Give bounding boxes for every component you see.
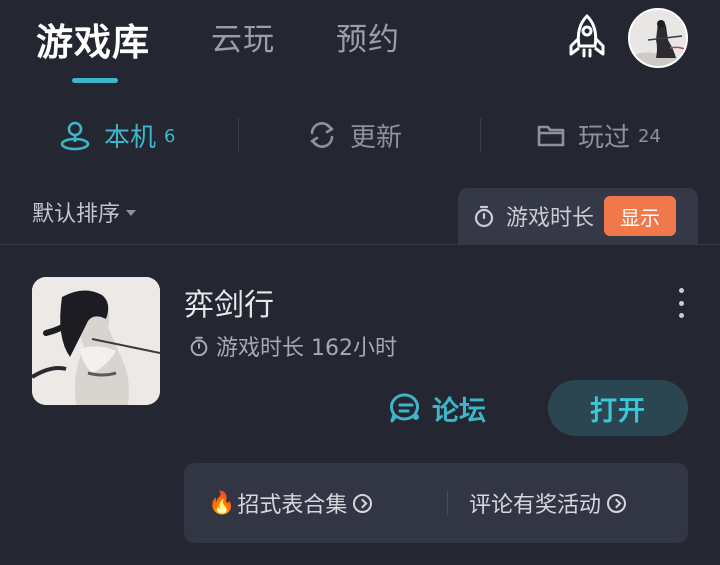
forum-button[interactable]: 论坛 <box>388 386 486 430</box>
subtab-local-label: 本机 <box>104 122 157 153</box>
more-options-icon[interactable] <box>672 288 690 318</box>
sort-label: 默认排序 <box>32 202 121 227</box>
link-comment-event[interactable]: 评论有奖活动 <box>469 487 627 519</box>
link-comment-event-label: 评论有奖活动 <box>469 493 602 518</box>
game-playtime-text: 游戏时长 162小时 <box>216 336 397 361</box>
playtime-toggle: 游戏时长 显示 <box>458 188 698 244</box>
caret-down-icon <box>126 210 137 216</box>
circle-arrow-right-icon <box>353 493 373 513</box>
subtab-update-label: 更新 <box>350 122 403 153</box>
subtab-divider <box>238 118 239 152</box>
subtab-local-count: 6 <box>164 125 176 147</box>
subtab-update[interactable]: 更新 <box>306 115 402 155</box>
playtime-toggle-label: 游戏时长 <box>506 206 595 231</box>
subtab-local[interactable]: 本机 6 <box>58 115 175 155</box>
fire-icon: 🔥 <box>208 490 236 516</box>
sort-bar: 默认排序 游戏时长 显示 <box>0 188 720 244</box>
tab-reservation[interactable]: 预约 <box>336 14 400 59</box>
open-game-button[interactable]: 打开 <box>548 380 688 436</box>
game-title[interactable]: 弈剑行 <box>184 280 274 324</box>
stopwatch-icon <box>474 205 494 228</box>
forum-label: 论坛 <box>432 395 486 427</box>
circle-arrow-right-icon <box>607 493 627 513</box>
top-navigation: 游戏库 云玩 预约 <box>0 0 720 95</box>
rocket-icon[interactable] <box>562 12 612 62</box>
game-playtime: 游戏时长 162小时 <box>188 330 397 362</box>
subtab-played-label: 玩过 <box>578 122 631 153</box>
folder-icon <box>537 125 565 147</box>
refresh-icon <box>310 122 334 148</box>
tab-cloud-play[interactable]: 云玩 <box>211 14 275 59</box>
link-moves-collection-label: 招式表合集 <box>237 493 348 518</box>
active-tab-indicator <box>72 78 118 83</box>
link-moves-collection[interactable]: 🔥 招式表合集 <box>208 487 373 519</box>
game-cover-image[interactable] <box>32 277 160 405</box>
location-pin-icon <box>60 121 90 151</box>
section-divider <box>0 244 720 245</box>
sort-dropdown[interactable]: 默认排序 <box>32 196 137 228</box>
show-playtime-button[interactable]: 显示 <box>604 196 677 236</box>
chat-bubble-icon <box>390 393 419 423</box>
sub-tabs: 本机 6 更新 玩过 24 <box>0 105 720 165</box>
subtab-divider <box>480 118 481 152</box>
subtab-played-count: 24 <box>638 125 661 147</box>
link-divider <box>447 491 448 515</box>
subtab-played[interactable]: 玩过 24 <box>536 115 661 155</box>
user-avatar[interactable] <box>628 8 688 68</box>
stopwatch-icon <box>190 336 208 357</box>
game-links-panel: 🔥 招式表合集 评论有奖活动 <box>184 463 688 543</box>
tab-game-library[interactable]: 游戏库 <box>36 12 150 66</box>
